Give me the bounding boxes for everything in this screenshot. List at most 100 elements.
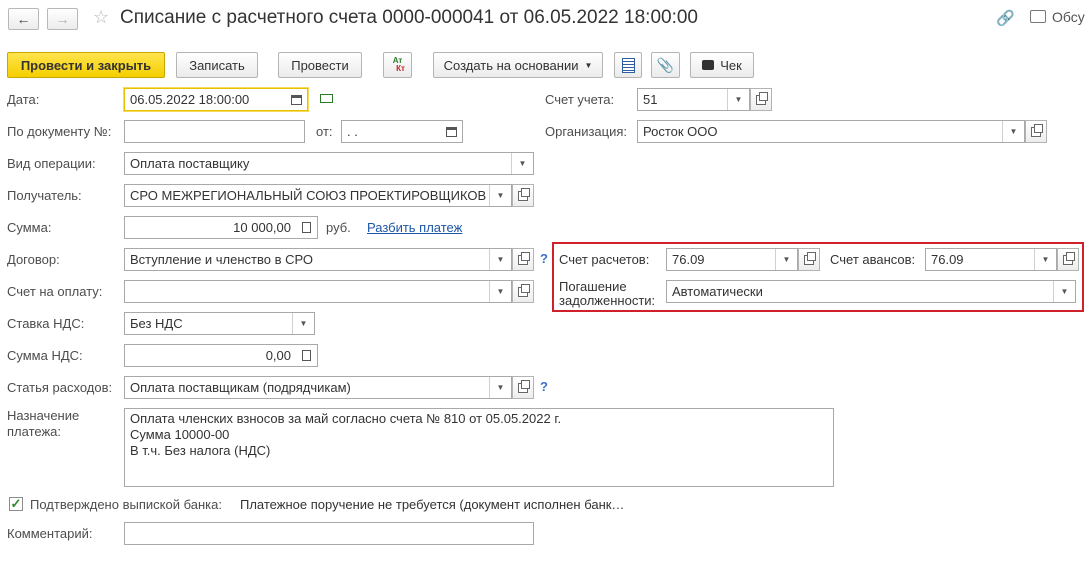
vat-calculator-button[interactable] xyxy=(296,345,317,366)
link-icon[interactable]: 🔗 xyxy=(996,9,1015,27)
invoice-dropdown-icon[interactable]: ▼ xyxy=(489,281,511,302)
invoice-field[interactable]: ▼ xyxy=(124,280,512,303)
cash-register-icon xyxy=(702,60,715,70)
contract-help-icon[interactable]: ? xyxy=(540,251,548,266)
receipt-label: Чек xyxy=(720,57,742,73)
recipient-field[interactable]: СРО МЕЖРЕГИОНАЛЬНЫЙ СОЮЗ ПРОЕКТИРОВЩИКОВ… xyxy=(124,184,512,207)
purpose-label-line2: платежа: xyxy=(7,424,61,439)
operation-type-select[interactable]: Оплата поставщику ▼ xyxy=(124,152,534,175)
attach-button[interactable]: 📎 xyxy=(651,52,680,78)
organization-label: Организация: xyxy=(545,124,628,139)
post-button[interactable]: Провести xyxy=(278,52,362,78)
sum-field[interactable]: 10 000,00 xyxy=(124,216,318,239)
settlement-account-open-button[interactable] xyxy=(798,248,820,271)
contract-field[interactable]: Вступление и членство в СРО ▼ xyxy=(124,248,512,271)
open-icon xyxy=(518,251,530,265)
dropdown-arrow-icon: ▼ xyxy=(584,60,593,70)
dt-kt-button[interactable]: Ат Кт xyxy=(383,52,412,78)
contract-open-button[interactable] xyxy=(512,248,534,271)
organization-open-button[interactable] xyxy=(1025,120,1047,143)
open-icon xyxy=(1031,123,1043,137)
recipient-open-button[interactable] xyxy=(512,184,534,207)
recipient-dropdown-icon[interactable]: ▼ xyxy=(489,185,511,206)
discuss-button[interactable]: Обсу xyxy=(1052,9,1085,25)
from-calendar-button[interactable] xyxy=(441,121,462,142)
structure-icon xyxy=(621,57,635,73)
account-open-button[interactable] xyxy=(750,88,772,111)
account-dropdown-icon[interactable]: ▼ xyxy=(727,89,749,110)
debt-repayment-dropdown-icon[interactable]: ▼ xyxy=(1053,281,1075,302)
operation-type-dropdown-icon[interactable]: ▼ xyxy=(511,153,533,174)
vat-sum-value: 0,00 xyxy=(265,348,291,363)
debt-repayment-label-line1: Погашение xyxy=(559,279,627,294)
expense-item-open-button[interactable] xyxy=(512,376,534,399)
advance-account-open-button[interactable] xyxy=(1057,248,1079,271)
expense-item-field[interactable]: Оплата поставщикам (подрядчикам) ▼ xyxy=(124,376,512,399)
organization-dropdown-icon[interactable]: ▼ xyxy=(1002,121,1024,142)
vat-rate-dropdown-icon[interactable]: ▼ xyxy=(292,313,314,334)
favorite-star-icon[interactable]: ☆ xyxy=(93,7,109,28)
kt-label: Кт xyxy=(396,64,405,73)
date-label: Дата: xyxy=(7,92,40,107)
calendar-icon xyxy=(291,94,302,105)
edit-history-icon[interactable] xyxy=(320,94,333,103)
calculator-icon xyxy=(302,350,311,361)
split-payment-link[interactable]: Разбить платеж xyxy=(367,220,462,235)
debt-repayment-select[interactable]: Автоматически ▼ xyxy=(666,280,1076,303)
vat-rate-value: Без НДС xyxy=(130,316,183,331)
forward-button[interactable]: → xyxy=(47,8,78,30)
recipient-label: Получатель: xyxy=(7,188,82,203)
comment-label: Комментарий: xyxy=(7,526,93,541)
expense-item-value: Оплата поставщикам (подрядчикам) xyxy=(130,380,351,395)
doc-number-field[interactable] xyxy=(124,120,305,143)
expense-help-icon[interactable]: ? xyxy=(540,379,548,394)
expense-item-dropdown-icon[interactable]: ▼ xyxy=(489,377,511,398)
comment-field[interactable] xyxy=(124,522,534,545)
contract-label: Договор: xyxy=(7,252,60,267)
post-and-close-button[interactable]: Провести и закрыть xyxy=(7,52,165,78)
calendar-button[interactable] xyxy=(286,89,307,110)
advance-account-field[interactable]: 76.09 ▼ xyxy=(925,248,1057,271)
back-button[interactable]: ← xyxy=(8,8,39,30)
vat-rate-select[interactable]: Без НДС ▼ xyxy=(124,312,315,335)
invoice-label: Счет на оплату: xyxy=(7,284,103,299)
from-date-value: . . xyxy=(347,124,358,139)
payment-order-status: Платежное поручение не требуется (докуме… xyxy=(240,497,625,512)
open-icon xyxy=(518,187,530,201)
discuss-icon[interactable] xyxy=(1030,10,1046,23)
account-value: 51 xyxy=(643,92,658,107)
receipt-button[interactable]: Чек xyxy=(690,52,754,78)
settlement-account-value: 76.09 xyxy=(672,252,705,267)
save-button[interactable]: Записать xyxy=(176,52,258,78)
settlement-account-field[interactable]: 76.09 ▼ xyxy=(666,248,798,271)
vat-sum-label: Сумма НДС: xyxy=(7,348,83,363)
account-field[interactable]: 51 ▼ xyxy=(637,88,750,111)
contract-value: Вступление и членство в СРО xyxy=(130,252,314,267)
vat-sum-field[interactable]: 0,00 xyxy=(124,344,318,367)
invoice-open-button[interactable] xyxy=(512,280,534,303)
advance-account-label: Счет авансов: xyxy=(830,252,916,267)
create-based-on-button[interactable]: Создать на основании ▼ xyxy=(433,52,603,78)
organization-field[interactable]: Росток ООО ▼ xyxy=(637,120,1025,143)
structure-button[interactable] xyxy=(614,52,642,78)
vat-rate-label: Ставка НДС: xyxy=(7,316,85,331)
date-value: 06.05.2022 18:00:00 xyxy=(130,92,250,107)
from-date-field[interactable]: . . xyxy=(341,120,463,143)
advance-account-dropdown-icon[interactable]: ▼ xyxy=(1034,249,1056,270)
calculator-button[interactable] xyxy=(296,217,317,238)
currency-label: руб. xyxy=(326,220,351,235)
contract-dropdown-icon[interactable]: ▼ xyxy=(489,249,511,270)
date-field[interactable]: 06.05.2022 18:00:00 xyxy=(123,87,309,112)
payment-purpose-textarea[interactable] xyxy=(124,408,834,487)
purpose-label-line1: Назначение xyxy=(7,408,80,423)
open-icon xyxy=(1063,251,1075,265)
operation-type-label: Вид операции: xyxy=(7,156,96,171)
recipient-value: СРО МЕЖРЕГИОНАЛЬНЫЙ СОЮЗ ПРОЕКТИРОВЩИКОВ xyxy=(130,188,487,203)
account-label: Счет учета: xyxy=(545,92,615,107)
organization-value: Росток ООО xyxy=(643,124,718,139)
debt-repayment-value: Автоматически xyxy=(672,284,763,299)
calendar-icon xyxy=(446,126,457,137)
settlement-account-dropdown-icon[interactable]: ▼ xyxy=(775,249,797,270)
bank-confirmed-checkbox[interactable]: ✓ xyxy=(9,496,23,511)
open-icon xyxy=(518,283,530,297)
